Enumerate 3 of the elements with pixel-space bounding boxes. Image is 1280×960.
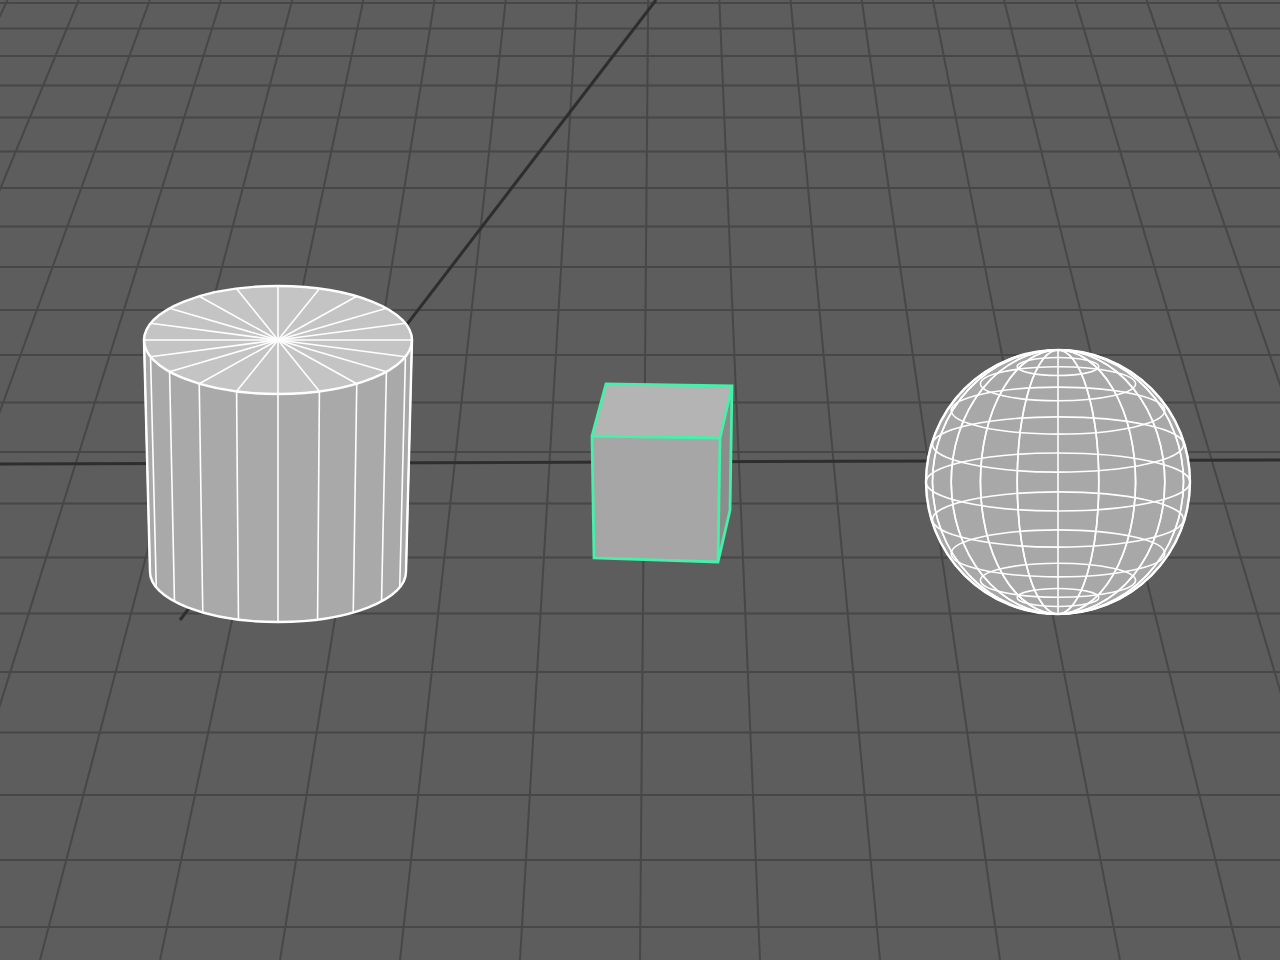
cylinder-drawing[interactable]: [142, 284, 414, 624]
sphere-drawing[interactable]: [924, 348, 1192, 616]
cube-drawing[interactable]: [590, 382, 734, 564]
